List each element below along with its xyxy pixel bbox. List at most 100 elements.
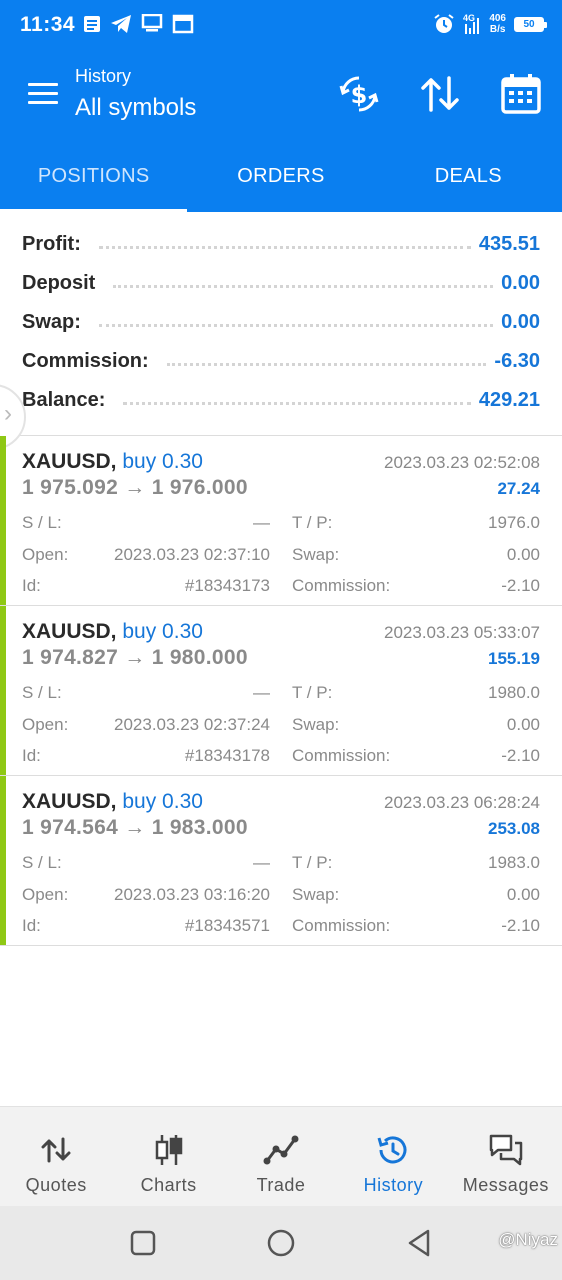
id-label: Id: [22, 916, 41, 935]
signal-icon: 4G [463, 13, 480, 34]
battery-indicator: 50 [514, 16, 547, 32]
buy-indicator-bar [0, 436, 6, 605]
nav-label: History [363, 1175, 424, 1195]
position-profit: 155.19 [488, 649, 540, 668]
tp-value: 1983.0 [488, 853, 540, 872]
sort-icon[interactable] [418, 72, 462, 116]
summary-label: Swap: [22, 311, 81, 333]
summary-label: Balance: [22, 389, 106, 411]
summary-deposit-row: Deposit 0.00 [22, 264, 540, 303]
sl-value: — [253, 853, 270, 872]
deposit-dollar-icon[interactable]: $ [337, 72, 381, 116]
position-direction: buy 0.30 [122, 620, 203, 643]
net-speed-unit: B/s [489, 24, 506, 35]
position-card[interactable]: XAUUSD, buy 0.30 2023.03.23 05:33:07 1 9… [0, 606, 562, 776]
tp-label: T / P: [292, 853, 333, 872]
summary-balance-value: 429.21 [478, 389, 540, 411]
position-direction: buy 0.30 [122, 450, 203, 473]
commission-value: -2.10 [501, 746, 540, 765]
status-time: 11:34 [20, 13, 76, 36]
id-value: #18343173 [184, 576, 270, 595]
nav-charts[interactable]: Charts [112, 1107, 224, 1206]
arrow-right-icon: → [124, 816, 146, 839]
open-time-value: 2023.03.23 03:16:20 [114, 885, 270, 904]
buy-indicator-bar [0, 776, 6, 945]
calendar-icon [172, 14, 194, 34]
recents-square-icon[interactable] [126, 1226, 160, 1260]
toolbar-subtitle: History [75, 66, 132, 86]
commission-label: Commission: [292, 746, 391, 765]
leader-dots [123, 402, 471, 405]
net-speed-value: 406 [489, 13, 506, 24]
leader-dots [98, 324, 494, 327]
leader-dots [113, 285, 494, 288]
arrow-right-icon: → [124, 476, 146, 499]
calendar-icon[interactable] [499, 72, 543, 116]
position-symbol: XAUUSD, buy 0.30 [22, 790, 203, 813]
id-label: Id: [22, 746, 41, 765]
tp-value: 1976.0 [488, 513, 540, 532]
summary-profit-row: Profit: 435.51 [22, 225, 540, 264]
tab-deals[interactable]: DEALS [375, 138, 562, 212]
summary-label: Commission: [22, 350, 149, 372]
swap-label: Swap: [292, 545, 340, 564]
position-card[interactable]: XAUUSD, buy 0.30 2023.03.23 06:28:24 1 9… [0, 776, 562, 946]
summary-label: Deposit [22, 272, 96, 294]
position-profit: 27.24 [497, 479, 540, 498]
arrow-right-icon: → [124, 646, 146, 669]
nav-trade[interactable]: Trade [225, 1107, 337, 1206]
nav-history[interactable]: History [337, 1107, 449, 1206]
alarm-icon [434, 14, 454, 33]
toolbar-title[interactable]: All symbols [75, 94, 196, 122]
nav-quotes[interactable]: Quotes [0, 1107, 112, 1206]
open-time-value: 2023.03.23 02:37:24 [114, 715, 270, 734]
leader-dots [166, 363, 487, 366]
buy-indicator-bar [0, 606, 6, 775]
summary-deposit-value: 0.00 [501, 272, 540, 294]
position-card[interactable]: XAUUSD, buy 0.30 2023.03.23 02:52:08 1 9… [0, 436, 562, 606]
telegram-icon [111, 15, 131, 33]
candlestick-icon [155, 1135, 182, 1165]
tab-positions[interactable]: POSITIONS [0, 138, 188, 212]
home-circle-icon[interactable] [264, 1226, 298, 1260]
sl-label: S / L: [22, 683, 62, 702]
history-tabs: POSITIONS ORDERS DEALS [0, 138, 562, 212]
position-close-time: 2023.03.23 05:33:07 [384, 623, 540, 642]
summary-swap-value: 0.00 [501, 311, 540, 333]
position-profit: 253.08 [488, 819, 540, 838]
position-close-time: 2023.03.23 06:28:24 [384, 793, 540, 812]
app-toolbar: History All symbols $ [0, 52, 562, 138]
commission-value: -2.10 [501, 576, 540, 595]
id-value: #18343178 [184, 746, 270, 765]
back-triangle-icon[interactable] [402, 1226, 436, 1260]
tab-orders[interactable]: ORDERS [187, 138, 374, 212]
tp-label: T / P: [292, 513, 333, 532]
history-clock-icon [377, 1136, 407, 1164]
swap-label: Swap: [292, 715, 340, 734]
position-close-time: 2023.03.23 02:52:08 [384, 453, 540, 472]
id-label: Id: [22, 576, 41, 595]
desktop-icon [141, 14, 163, 32]
menu-icon[interactable] [28, 83, 58, 105]
swap-value: 0.00 [506, 715, 540, 734]
position-symbol: XAUUSD, buy 0.30 [22, 450, 203, 473]
summary-balance-row: Balance: 429.21 [22, 381, 540, 420]
summary-profit-value: 435.51 [478, 233, 540, 255]
open-label: Open: [22, 545, 69, 564]
bottom-navigation: Quotes Charts Trade History Messages [0, 1106, 562, 1206]
svg-text:4G: 4G [463, 13, 475, 23]
trade-line-icon [263, 1135, 299, 1165]
summary-swap-row: Swap: 0.00 [22, 303, 540, 342]
summary-commission-value: -6.30 [494, 350, 540, 372]
position-symbol: XAUUSD, buy 0.30 [22, 620, 203, 643]
tp-label: T / P: [292, 683, 333, 702]
commission-label: Commission: [292, 576, 391, 595]
position-prices: 1 974.564 → 1 983.000 [22, 816, 248, 839]
nav-messages[interactable]: Messages [450, 1107, 562, 1206]
sl-label: S / L: [22, 853, 62, 872]
commission-value: -2.10 [501, 916, 540, 935]
sl-value: — [253, 683, 270, 702]
swap-label: Swap: [292, 885, 340, 904]
summary-label: Profit: [22, 233, 81, 255]
status-bar: 11:34 4G 406 B/s 50 [0, 0, 562, 52]
